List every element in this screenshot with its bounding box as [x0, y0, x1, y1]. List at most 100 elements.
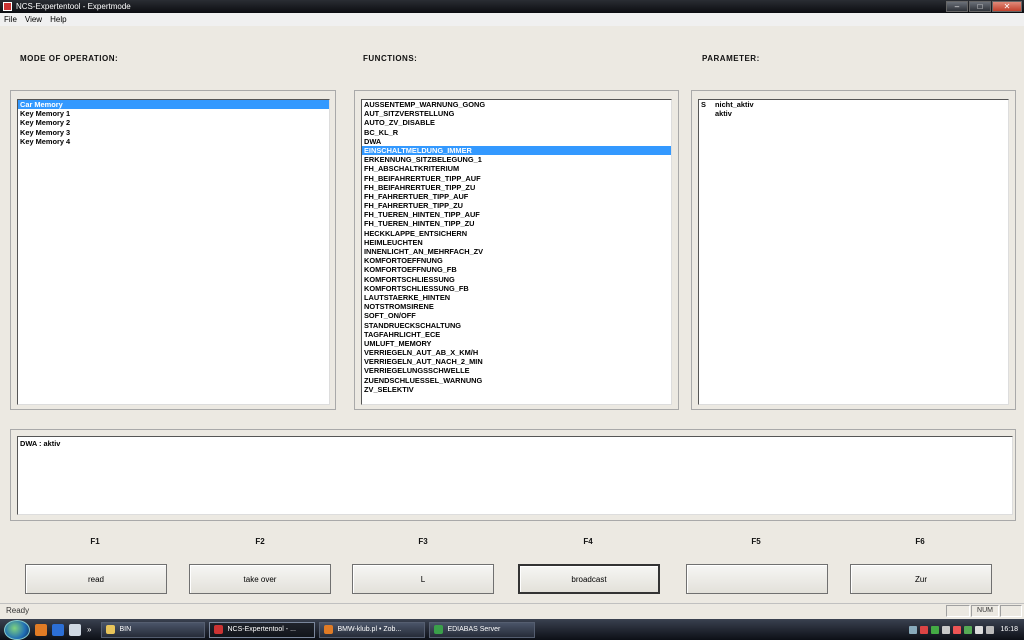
tray-app-icon[interactable]	[920, 625, 929, 634]
close-button[interactable]: ✕	[992, 1, 1022, 12]
task-label: EDIABAS Server	[447, 626, 501, 633]
fkey-label-f1: F1	[90, 537, 100, 546]
title-bar[interactable]: NCS-Expertentool - Expertmode ‒ □ ✕	[0, 0, 1024, 13]
function-list-item[interactable]: HEIMLEUCHTEN	[362, 238, 671, 247]
task-label: BMW-klub.pl • Zob...	[337, 626, 402, 633]
ediabas-icon	[434, 625, 444, 634]
function-list-item[interactable]: FH_TUEREN_HINTEN_TIPP_AUF	[362, 210, 671, 219]
task-label: BIN	[119, 626, 132, 633]
parameter-value: aktiv	[715, 109, 732, 119]
parameter-value: nicht_aktiv	[715, 100, 754, 109]
function-list-item[interactable]: ZV_SELEKTIV	[362, 385, 671, 394]
read-button[interactable]: read	[25, 564, 167, 594]
function-list-item[interactable]: FH_FAHRERTUER_TIPP_AUF	[362, 192, 671, 201]
function-list-item[interactable]: FH_TUEREN_HINTEN_TIPP_ZU	[362, 219, 671, 228]
function-list-item[interactable]: FH_FAHRERTUER_TIPP_ZU	[362, 201, 671, 210]
function-list-item[interactable]: KOMFORTOEFFNUNG	[362, 256, 671, 265]
f5-button[interactable]	[686, 564, 828, 594]
menu-file[interactable]: File	[0, 15, 21, 24]
functions-heading: FUNCTIONS:	[363, 54, 418, 63]
minimize-button[interactable]: ‒	[946, 1, 968, 12]
function-list-item[interactable]: VERRIEGELUNGSSCHWELLE	[362, 366, 671, 375]
quicklaunch-chevron[interactable]: »	[87, 625, 91, 634]
mode-list-item[interactable]: Key Memory 1	[18, 109, 329, 118]
status-pane-blank	[1000, 605, 1022, 617]
broadcast-button[interactable]: broadcast	[518, 564, 660, 594]
fkey-label-f5: F5	[751, 537, 761, 546]
function-list-item[interactable]: VERRIEGELN_AUT_NACH_2_MIN	[362, 357, 671, 366]
status-bar: Ready NUM	[0, 603, 1024, 618]
mode-heading: MODE OF OPERATION:	[20, 54, 119, 63]
start-button[interactable]	[4, 619, 30, 640]
function-list-item[interactable]: HECKKLAPPE_ENTSICHERN	[362, 229, 671, 238]
function-list-item[interactable]: ERKENNUNG_SITZBELEGUNG_1	[362, 155, 671, 164]
show-desktop-icon[interactable]	[69, 623, 81, 636]
function-list-item[interactable]: VERRIEGELN_AUT_AB_X_KM/H	[362, 348, 671, 357]
status-text: Ready	[6, 606, 30, 615]
ncs-app-icon	[214, 625, 224, 634]
function-list-item[interactable]: EINSCHALTMELDUNG_IMMER	[362, 145, 671, 156]
task-bin[interactable]: BIN	[101, 621, 206, 638]
function-list-item[interactable]: UMLUFT_MEMORY	[362, 339, 671, 348]
function-list-item[interactable]: BC_KL_R	[362, 128, 671, 137]
function-list-item[interactable]: SOFT_ON/OFF	[362, 311, 671, 320]
window-title: NCS-Expertentool - Expertmode	[16, 2, 131, 11]
function-list-item[interactable]: FH_ABSCHALTKRITERIUM	[362, 164, 671, 173]
function-list-item[interactable]: NOTSTROMSIRENE	[362, 302, 671, 311]
task-bmw-klub[interactable]: BMW-klub.pl • Zob...	[319, 621, 426, 638]
parameter-list-item[interactable]: aktiv	[699, 109, 1008, 118]
function-list-item[interactable]: INNENLICHT_AN_MEHRFACH_ZV	[362, 247, 671, 256]
function-list-item[interactable]: FH_BEIFAHRERTUER_TIPP_ZU	[362, 183, 671, 192]
function-list-item[interactable]: KOMFORTSCHLIESSUNG	[362, 275, 671, 284]
tray-app-icon[interactable]	[953, 625, 962, 634]
function-list-item[interactable]: AUTO_ZV_DISABLE	[362, 118, 671, 127]
info-text: DWA : aktiv	[20, 439, 61, 448]
parameter-list-item[interactable]: Snicht_aktiv	[699, 100, 1008, 109]
l-button[interactable]: L	[352, 564, 494, 594]
maximize-button[interactable]: □	[969, 1, 991, 12]
function-list-item[interactable]: TAGFAHRLICHT_ECE	[362, 330, 671, 339]
menu-help[interactable]: Help	[46, 15, 70, 24]
mode-listbox[interactable]: Car Memory Key Memory 1 Key Memory 2 Key Me…	[17, 99, 330, 405]
parameter-listbox[interactable]: Snicht_aktiv aktiv	[698, 99, 1009, 405]
fkey-label-f2: F2	[255, 537, 265, 546]
app-icon	[3, 2, 12, 11]
function-list-item[interactable]: FH_BEIFAHRERTUER_TIPP_AUF	[362, 174, 671, 183]
taskbar: » BIN NCS-Expertentool - ... BMW-klub.pl…	[0, 619, 1024, 640]
tray-app-icon[interactable]	[942, 625, 951, 634]
fkey-label-f6: F6	[915, 537, 925, 546]
volume-icon[interactable]	[986, 625, 995, 634]
function-list-item[interactable]: STANDRUECKSCHALTUNG	[362, 321, 671, 330]
function-list-item[interactable]: KOMFORTOEFFNUNG_FB	[362, 265, 671, 274]
function-list-item[interactable]: ZUENDSCHLUESSEL_WARNUNG	[362, 376, 671, 385]
mode-list-item[interactable]: Key Memory 3	[18, 128, 329, 137]
function-list-item[interactable]: DWA	[362, 137, 671, 146]
network-icon[interactable]	[975, 625, 984, 634]
task-ncs-expertentool[interactable]: NCS-Expertentool - ...	[209, 621, 316, 638]
mode-list-item[interactable]: Car Memory	[18, 100, 329, 110]
task-label: NCS-Expertentool - ...	[227, 626, 296, 633]
firefox-quicklaunch-icon[interactable]	[35, 623, 47, 636]
num-lock-indicator: NUM	[971, 605, 999, 617]
take-over-button[interactable]: take over	[189, 564, 331, 594]
info-box: DWA : aktiv	[17, 436, 1013, 515]
ie-quicklaunch-icon[interactable]	[52, 623, 64, 636]
tray-app-icon[interactable]	[964, 625, 973, 634]
menu-view[interactable]: View	[21, 15, 46, 24]
clock[interactable]: 16:18	[1000, 626, 1018, 633]
functions-listbox[interactable]: AUSSENTEMP_WARNUNG_GONG AUT_SITZVERSTELLU…	[361, 99, 672, 405]
window-controls: ‒ □ ✕	[946, 1, 1022, 12]
tray-app-icon[interactable]	[931, 625, 940, 634]
function-list-item[interactable]: LAUTSTAERKE_HINTEN	[362, 293, 671, 302]
function-list-item[interactable]: AUSSENTEMP_WARNUNG_GONG	[362, 100, 671, 109]
parameter-flag: S	[701, 100, 706, 109]
task-ediabas-server[interactable]: EDIABAS Server	[429, 621, 536, 638]
status-pane-empty	[946, 605, 970, 617]
function-list-item[interactable]: KOMFORTSCHLIESSUNG_FB	[362, 284, 671, 293]
mode-list-item[interactable]: Key Memory 4	[18, 137, 329, 146]
tray-arrow-icon[interactable]	[909, 625, 918, 634]
mode-list-item[interactable]: Key Memory 2	[18, 118, 329, 127]
function-list-item[interactable]: AUT_SITZVERSTELLUNG	[362, 109, 671, 118]
folder-icon	[106, 625, 116, 634]
zur-button[interactable]: Zur	[850, 564, 992, 594]
